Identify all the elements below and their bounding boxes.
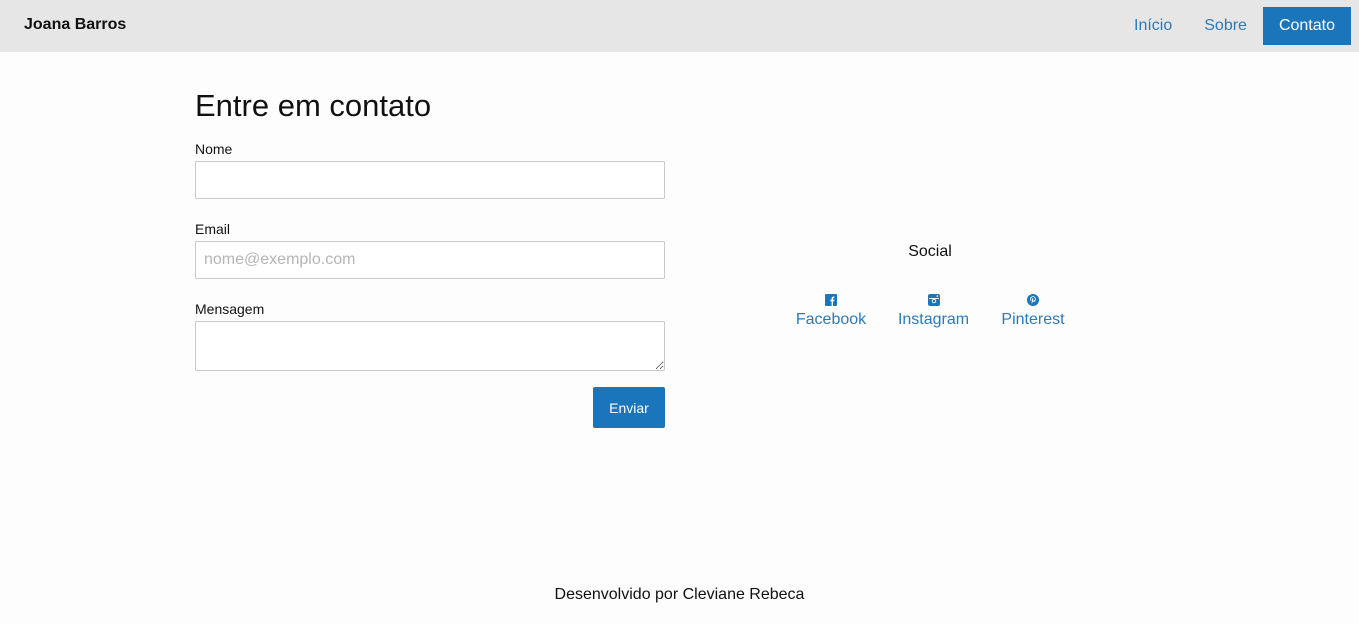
social-link-pinterest[interactable]: Pinterest <box>1001 292 1065 330</box>
email-input[interactable] <box>195 241 665 279</box>
message-label: Mensagem <box>195 301 265 317</box>
email-label: Email <box>195 221 231 237</box>
message-textarea[interactable] <box>195 321 665 371</box>
navbar: Joana Barros Início Sobre Contato <box>0 0 1359 52</box>
facebook-icon <box>823 292 839 308</box>
social-title: Social <box>908 243 952 260</box>
brand-name[interactable]: Joana Barros <box>24 15 126 35</box>
instagram-icon <box>926 292 942 308</box>
footer-credit: Desenvolvido por Cleviane Rebeca <box>554 586 805 603</box>
nav-links: Início Sobre Contato <box>1118 7 1351 45</box>
nav-link-inicio[interactable]: Início <box>1118 7 1188 45</box>
nav-link-sobre[interactable]: Sobre <box>1188 7 1263 45</box>
social-label-instagram: Instagram <box>897 311 970 328</box>
name-label: Nome <box>195 141 233 157</box>
social-link-facebook[interactable]: Facebook <box>796 292 866 330</box>
name-input[interactable] <box>195 161 665 199</box>
pinterest-icon <box>1025 292 1041 308</box>
nav-link-contato[interactable]: Contato <box>1262 7 1351 45</box>
submit-button[interactable]: Enviar <box>593 387 665 428</box>
page-title: Entre em contato <box>195 88 432 123</box>
social-link-instagram[interactable]: Instagram <box>898 292 969 330</box>
social-label-pinterest: Pinterest <box>1001 311 1065 328</box>
social-label-facebook: Facebook <box>795 311 867 328</box>
